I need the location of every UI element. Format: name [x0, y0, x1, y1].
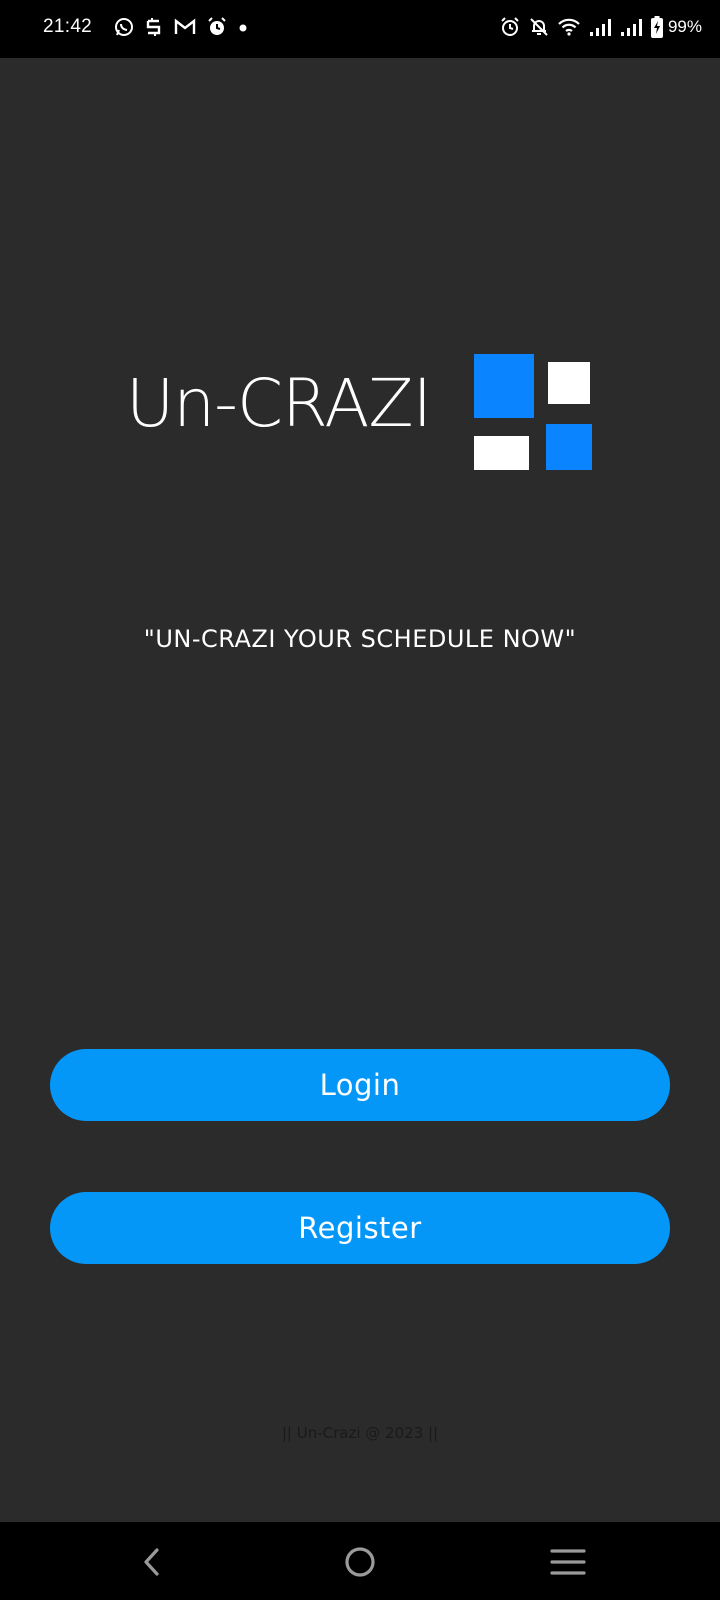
gmail-icon: [174, 18, 196, 34]
system-icons: 99%: [500, 16, 702, 38]
footer-copyright: || Un-Crazi @ 2023 ||: [281, 1424, 439, 1442]
whatsapp-icon: [115, 18, 133, 36]
navigation-bar: [0, 1522, 720, 1600]
logo-square-blue-large: [474, 354, 534, 418]
back-icon[interactable]: [132, 1542, 172, 1582]
app-logo: Un-CRAZI: [126, 354, 596, 474]
alarm-icon: [208, 17, 226, 35]
register-button[interactable]: Register: [50, 1192, 670, 1264]
app-screen: 21:42 99% Un-CRAZI "UN-CRAZI YOUR SCHEDU…: [0, 0, 720, 1600]
signal-icon: [589, 19, 611, 36]
logo-square-blue-small: [546, 424, 592, 470]
battery-charging-icon: [650, 16, 663, 38]
notification-icons: [114, 17, 248, 37]
alarm-icon: [501, 17, 519, 36]
signal-icon: [620, 19, 642, 36]
status-time: 21:42: [43, 16, 93, 37]
login-button[interactable]: Login: [50, 1049, 670, 1121]
recents-icon[interactable]: [548, 1542, 588, 1582]
home-icon[interactable]: [340, 1542, 380, 1582]
logo-square-white-bottom: [474, 436, 529, 470]
logo-text: Un-CRAZI: [126, 365, 432, 442]
notifications-off-icon: [530, 18, 548, 36]
tagline: "UN-CRAZI YOUR SCHEDULE NOW": [143, 625, 577, 653]
dot-icon: [239, 24, 247, 32]
logo-mark: [474, 354, 594, 472]
sync-icon: [146, 18, 161, 36]
battery-percent: 99%: [667, 17, 702, 36]
wifi-icon: [558, 18, 580, 36]
logo-square-white-top: [548, 362, 590, 404]
status-bar: 21:42 99%: [0, 0, 720, 58]
